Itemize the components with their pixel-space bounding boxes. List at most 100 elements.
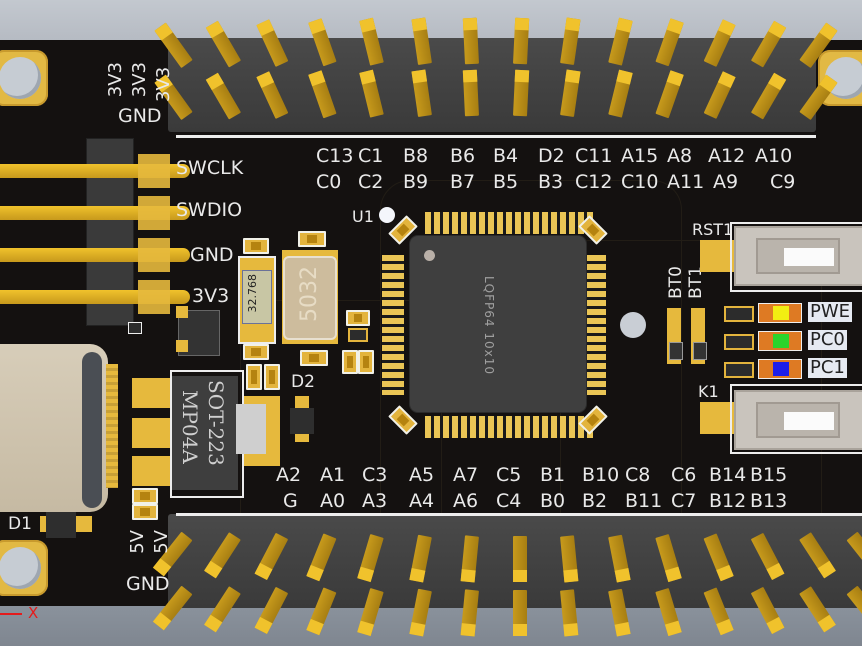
background-top — [0, 0, 862, 40]
swd-pad — [138, 196, 170, 230]
header-pin-label: C0 — [316, 171, 342, 193]
regulator-package-text: SOT-223 — [204, 380, 228, 466]
header-pin — [512, 590, 527, 636]
header-pin-label: A4 — [409, 490, 435, 512]
regulator-tab — [236, 404, 266, 454]
mcu-designator: U1 — [352, 207, 374, 226]
header-pin-label: C4 — [496, 490, 522, 512]
usb-c-rim — [82, 352, 102, 508]
swd-pad — [138, 154, 170, 188]
mounting-hole — [0, 50, 48, 106]
mcu-leads-top — [425, 212, 593, 234]
user-button-cap[interactable] — [784, 412, 834, 430]
header-pin — [512, 17, 529, 65]
capacitor — [264, 364, 280, 390]
header-pin-label: C10 — [621, 171, 659, 193]
regulator-part-text: MP04A — [178, 390, 202, 464]
header-pin-label: B14 — [709, 464, 747, 486]
mounting-hole — [0, 540, 48, 596]
mcu-chip: LQFP64 10x10 — [410, 236, 586, 412]
led-label: PC0 — [808, 329, 847, 350]
bottom-header-outline — [176, 513, 862, 516]
user-button[interactable] — [734, 390, 862, 450]
led-resistor — [724, 362, 754, 378]
header-pin-label: C8 — [625, 464, 651, 486]
mcu-leads-bottom — [425, 416, 593, 438]
led-label: PC1 — [808, 357, 847, 378]
label-5v: 5V — [151, 530, 172, 554]
header-pin-label: B3 — [538, 171, 564, 193]
led-lens — [773, 362, 789, 376]
usb-c-pads — [106, 364, 118, 488]
header-pin-label: B12 — [709, 490, 747, 512]
capacitor — [243, 238, 269, 254]
swd-label-swclk: SWCLK — [176, 157, 244, 179]
header-pin-label: G — [283, 490, 298, 512]
header-pin — [512, 536, 527, 582]
header-pin — [462, 17, 479, 65]
header-pin-label: A9 — [713, 171, 739, 193]
axis-x-label: X — [28, 604, 39, 622]
header-pin-label: A8 — [667, 145, 693, 167]
header-pin-label: A11 — [667, 171, 705, 193]
pad — [132, 456, 170, 486]
header-pin-label: B8 — [403, 145, 429, 167]
header-pin-label: C7 — [671, 490, 697, 512]
boot0-label: BT0 — [666, 266, 686, 299]
header-pin-label: B1 — [540, 464, 566, 486]
pad — [176, 340, 188, 352]
swd-pad — [138, 238, 170, 272]
axis-line — [0, 613, 22, 615]
label-gnd-bottom: GND — [126, 573, 170, 595]
mcu-leads-left — [382, 255, 404, 395]
reset-button-label: RST1 — [692, 220, 734, 239]
diode-d2 — [290, 408, 314, 434]
led-pc0 — [758, 331, 802, 351]
led-pc1 — [758, 359, 802, 379]
header-pin-label: B10 — [582, 464, 620, 486]
header-pin-label: A12 — [708, 145, 746, 167]
header-pin-label: A10 — [755, 145, 793, 167]
pad — [132, 378, 170, 408]
capacitor — [298, 231, 326, 247]
capacitor — [300, 350, 328, 366]
swd-pad — [138, 280, 170, 314]
led-label: PWE — [808, 301, 853, 322]
header-pin-label: C3 — [362, 464, 388, 486]
header-pin-label: D2 — [538, 145, 565, 167]
led-resistor — [724, 334, 754, 350]
header-pin-label: B15 — [750, 464, 788, 486]
header-pin-label: C12 — [575, 171, 613, 193]
header-pin-label: B7 — [450, 171, 476, 193]
header-pin-label: B0 — [540, 490, 566, 512]
header-pin-label: B9 — [403, 171, 429, 193]
led-lens — [773, 334, 789, 348]
header-pin — [462, 69, 479, 117]
pin1-marker — [379, 207, 395, 223]
reset-button[interactable] — [734, 226, 862, 286]
header-pin-label: B6 — [450, 145, 476, 167]
swd-label-gnd: GND — [190, 244, 234, 266]
chip-pin1-dot — [424, 250, 435, 261]
header-pin — [512, 69, 529, 117]
header-pin-label: C9 — [770, 171, 796, 193]
d1-label: D1 — [8, 514, 32, 534]
via-hole — [620, 312, 646, 338]
header-pin-label: C11 — [575, 145, 613, 167]
resistor — [693, 342, 707, 360]
header-pin-label: A2 — [276, 464, 302, 486]
pad — [176, 306, 188, 318]
header-pin-label: B4 — [493, 145, 519, 167]
d2-label: D2 — [291, 372, 315, 392]
header-pin-label: B13 — [750, 490, 788, 512]
pad — [132, 418, 170, 448]
chip-package-text: LQFP64 10x10 — [482, 276, 496, 375]
header-pin-label: A0 — [320, 490, 346, 512]
reset-button-cap[interactable] — [784, 248, 834, 266]
label-3v3: 3V3 — [105, 62, 126, 98]
header-pin-label: A15 — [621, 145, 659, 167]
mcu-leads-right — [584, 255, 606, 395]
header-pin-label: C2 — [358, 171, 384, 193]
capacitor — [132, 504, 158, 520]
header-pin-label: C13 — [316, 145, 354, 167]
